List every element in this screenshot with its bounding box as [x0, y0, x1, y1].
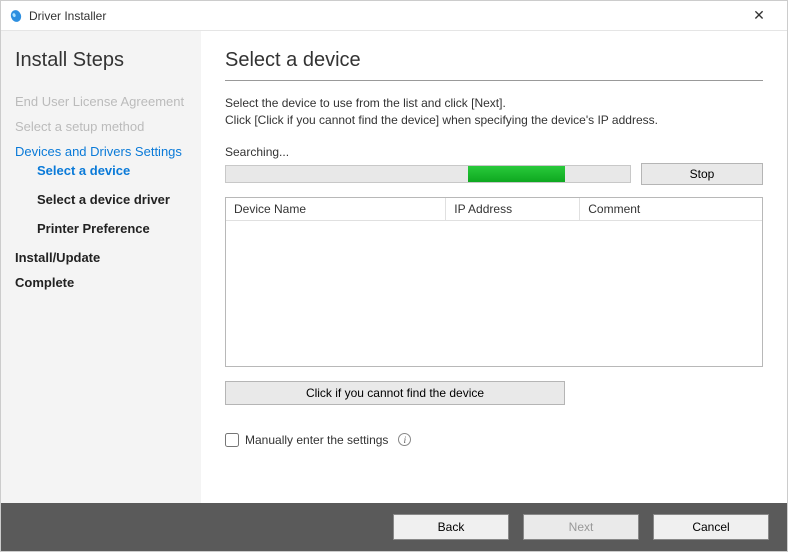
info-icon[interactable]: i [398, 433, 411, 446]
body: Install Steps End User License Agreement… [1, 31, 787, 503]
progress-row: Stop [225, 163, 763, 185]
substep-select-driver: Select a device driver [37, 192, 187, 207]
cancel-button[interactable]: Cancel [653, 514, 769, 540]
sidebar-title: Install Steps [15, 49, 187, 72]
searching-label: Searching... [225, 145, 763, 159]
step-devices-drivers: Devices and Drivers Settings Select a de… [15, 144, 187, 236]
device-table[interactable]: Device Name IP Address Comment [225, 197, 763, 367]
title-divider [225, 80, 763, 81]
back-button[interactable]: Back [393, 514, 509, 540]
page-title: Select a device [225, 49, 763, 72]
substep-select-device: Select a device [37, 163, 187, 178]
step-setup-method: Select a setup method [15, 119, 187, 134]
titlebar: Driver Installer ✕ [1, 1, 787, 31]
progress-fill [468, 166, 565, 182]
search-progress [225, 165, 631, 183]
manual-settings-row: Manually enter the settings i [225, 433, 763, 447]
instruction-line-1: Select the device to use from the list a… [225, 95, 763, 112]
sidebar: Install Steps End User License Agreement… [1, 31, 201, 503]
col-ip-address[interactable]: IP Address [446, 198, 580, 221]
next-button[interactable]: Next [523, 514, 639, 540]
step-devices-drivers-label: Devices and Drivers Settings [15, 144, 182, 159]
substep-printer-pref: Printer Preference [37, 221, 187, 236]
step-eula: End User License Agreement [15, 94, 187, 109]
instructions: Select the device to use from the list a… [225, 95, 763, 129]
manual-settings-label: Manually enter the settings [245, 433, 388, 447]
window-title: Driver Installer [29, 9, 739, 23]
cannot-find-button[interactable]: Click if you cannot find the device [225, 381, 565, 405]
col-comment[interactable]: Comment [580, 198, 762, 221]
manual-settings-checkbox[interactable] [225, 433, 239, 447]
step-install-update: Install/Update [15, 250, 187, 265]
main: Select a device Select the device to use… [201, 31, 787, 503]
footer: Back Next Cancel [1, 503, 787, 551]
app-icon [9, 9, 23, 23]
close-icon[interactable]: ✕ [739, 7, 779, 24]
step-complete: Complete [15, 275, 187, 290]
col-device-name[interactable]: Device Name [226, 198, 446, 221]
instruction-line-2: Click [Click if you cannot find the devi… [225, 112, 763, 129]
stop-button[interactable]: Stop [641, 163, 763, 185]
